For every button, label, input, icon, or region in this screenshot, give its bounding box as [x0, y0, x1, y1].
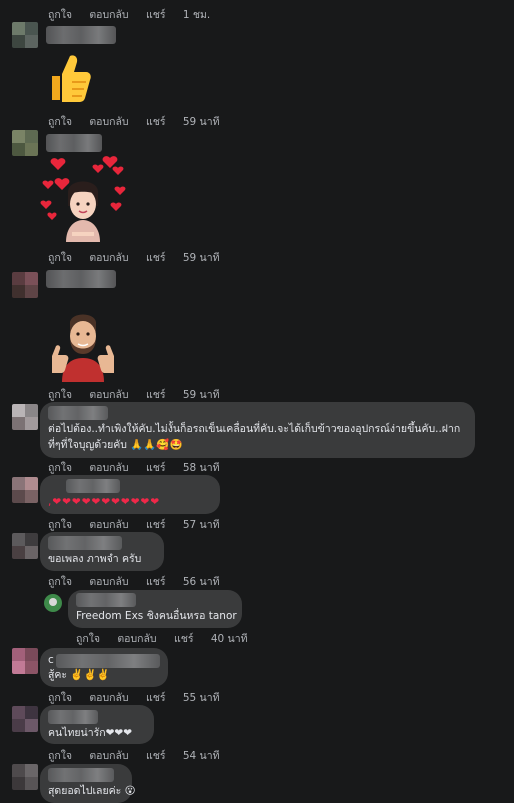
like-button[interactable]: ถูกใจ	[48, 519, 72, 531]
reply-button[interactable]: ตอบกลับ	[89, 252, 128, 264]
commenter-name[interactable]	[56, 654, 160, 668]
share-button[interactable]: แชร์	[146, 9, 166, 21]
like-button[interactable]: ถูกใจ	[48, 252, 72, 264]
avatar[interactable]	[12, 706, 38, 732]
reply-button[interactable]: ตอบกลับ	[89, 389, 128, 401]
share-button[interactable]: แชร์	[146, 389, 166, 401]
avatar[interactable]	[12, 22, 38, 48]
comment-actions: ถูกใจ ตอบกลับ แชร์ 59 นาที	[48, 249, 220, 266]
reply-button[interactable]: ตอบกลับ	[89, 9, 128, 21]
comment-time: 55 นาที	[182, 692, 220, 704]
comment-time: 58 นาที	[182, 462, 220, 474]
man-thumbs-up-sticker	[48, 308, 118, 386]
comment-text: สู้คะ ✌️✌️✌️	[48, 669, 110, 681]
share-button[interactable]: แชร์	[146, 116, 166, 128]
woman-hearts-sticker	[38, 152, 132, 250]
commenter-name[interactable]	[48, 768, 114, 782]
like-button[interactable]: ถูกใจ	[48, 576, 72, 588]
like-button[interactable]: ถูกใจ	[76, 633, 100, 645]
comment-time: 54 นาที	[182, 750, 220, 762]
comment-time: 1 ชม.	[182, 9, 211, 21]
comment-text: ,❤❤❤❤❤❤❤❤❤❤❤	[48, 496, 161, 508]
reply-button[interactable]: ตอบกลับ	[89, 750, 128, 762]
commenter-name[interactable]	[48, 710, 98, 724]
share-button[interactable]: แชร์	[146, 692, 166, 704]
comment-actions: ถูกใจ ตอบกลับ แชร์ 57 นาที	[48, 516, 220, 533]
comment-actions: ถูกใจ ตอบกลับ แชร์ 59 นาที	[48, 386, 220, 403]
like-button[interactable]: ถูกใจ	[48, 750, 72, 762]
share-button[interactable]: แชร์	[146, 750, 166, 762]
comment-time: 59 นาที	[182, 252, 220, 264]
comment-text: ต่อไปต้อง..ทำเพิงให้คับ.ไม่งั้นก็อรถเข็น…	[48, 423, 461, 435]
reply-button[interactable]: ตอบกลับ	[89, 462, 128, 474]
comment-actions: ถูกใจ ตอบกลับ แชร์ 59 นาที	[48, 113, 220, 130]
commenter-name[interactable]	[48, 536, 122, 550]
comment-actions: ถูกใจ ตอบกลับ แชร์ 1 ชม.	[48, 6, 210, 23]
avatar[interactable]	[12, 130, 38, 156]
commenter-name[interactable]	[76, 593, 136, 607]
avatar[interactable]	[12, 404, 38, 430]
reply-button[interactable]: ตอบกลับ	[89, 576, 128, 588]
comment-time: 59 นาที	[182, 116, 220, 128]
comment-actions: ถูกใจ ตอบกลับ แชร์ 58 นาที	[48, 459, 220, 476]
avatar[interactable]	[12, 648, 38, 674]
comment-actions: ถูกใจ ตอบกลับ แชร์ 55 นาที	[48, 689, 220, 706]
reply-button[interactable]: ตอบกลับ	[89, 692, 128, 704]
share-button[interactable]: แชร์	[146, 462, 166, 474]
comment-time: 56 นาที	[182, 576, 220, 588]
comment-text: คนไทยน่ารัก❤❤❤	[48, 727, 133, 739]
commenter-name[interactable]	[46, 134, 102, 152]
comment-time: 59 นาที	[182, 389, 220, 401]
like-button[interactable]: ถูกใจ	[48, 389, 72, 401]
reply-button[interactable]: ตอบกลับ	[89, 519, 128, 531]
avatar[interactable]	[12, 764, 38, 790]
comment-actions: ถูกใจ ตอบกลับ แชร์ 40 นาที	[76, 630, 248, 647]
share-button[interactable]: แชร์	[146, 519, 166, 531]
commenter-name[interactable]	[46, 270, 116, 288]
commenter-name[interactable]	[66, 479, 120, 493]
comment-actions: ถูกใจ ตอบกลับ แชร์ 54 นาที	[48, 747, 220, 764]
comment-actions: ถูกใจ ตอบกลับ แชร์ 56 นาที	[48, 573, 220, 590]
commenter-name[interactable]	[46, 26, 116, 44]
like-button[interactable]: ถูกใจ	[48, 116, 72, 128]
share-button[interactable]: แชร์	[146, 252, 166, 264]
comment-time: 40 นาที	[210, 633, 248, 645]
share-button[interactable]: แชร์	[146, 576, 166, 588]
reply-button[interactable]: ตอบกลับ	[89, 116, 128, 128]
like-button[interactable]: ถูกใจ	[48, 692, 72, 704]
share-button[interactable]: แชร์	[174, 633, 194, 645]
like-button[interactable]: ถูกใจ	[48, 9, 72, 21]
comment-text: ที่ๆที่ใจบุญด้วยคับ 🙏🙏🥰🤩	[48, 439, 183, 451]
comment-text: ขอเพลง ภาพจำ ครับ	[48, 553, 142, 565]
reply-button[interactable]: ตอบกลับ	[117, 633, 156, 645]
comment-text: สุดยอดไปเลยค่ะ 😮	[48, 785, 136, 797]
comment-text: Freedom Exs ชิงคนอื่นหรอ tanor	[76, 610, 237, 622]
avatar[interactable]	[12, 477, 38, 503]
avatar[interactable]	[44, 594, 62, 612]
thumbs-up-icon	[44, 52, 92, 108]
comment-time: 57 นาที	[182, 519, 220, 531]
avatar[interactable]	[12, 533, 38, 559]
avatar[interactable]	[12, 272, 38, 298]
commenter-name[interactable]	[48, 406, 108, 420]
like-button[interactable]: ถูกใจ	[48, 462, 72, 474]
